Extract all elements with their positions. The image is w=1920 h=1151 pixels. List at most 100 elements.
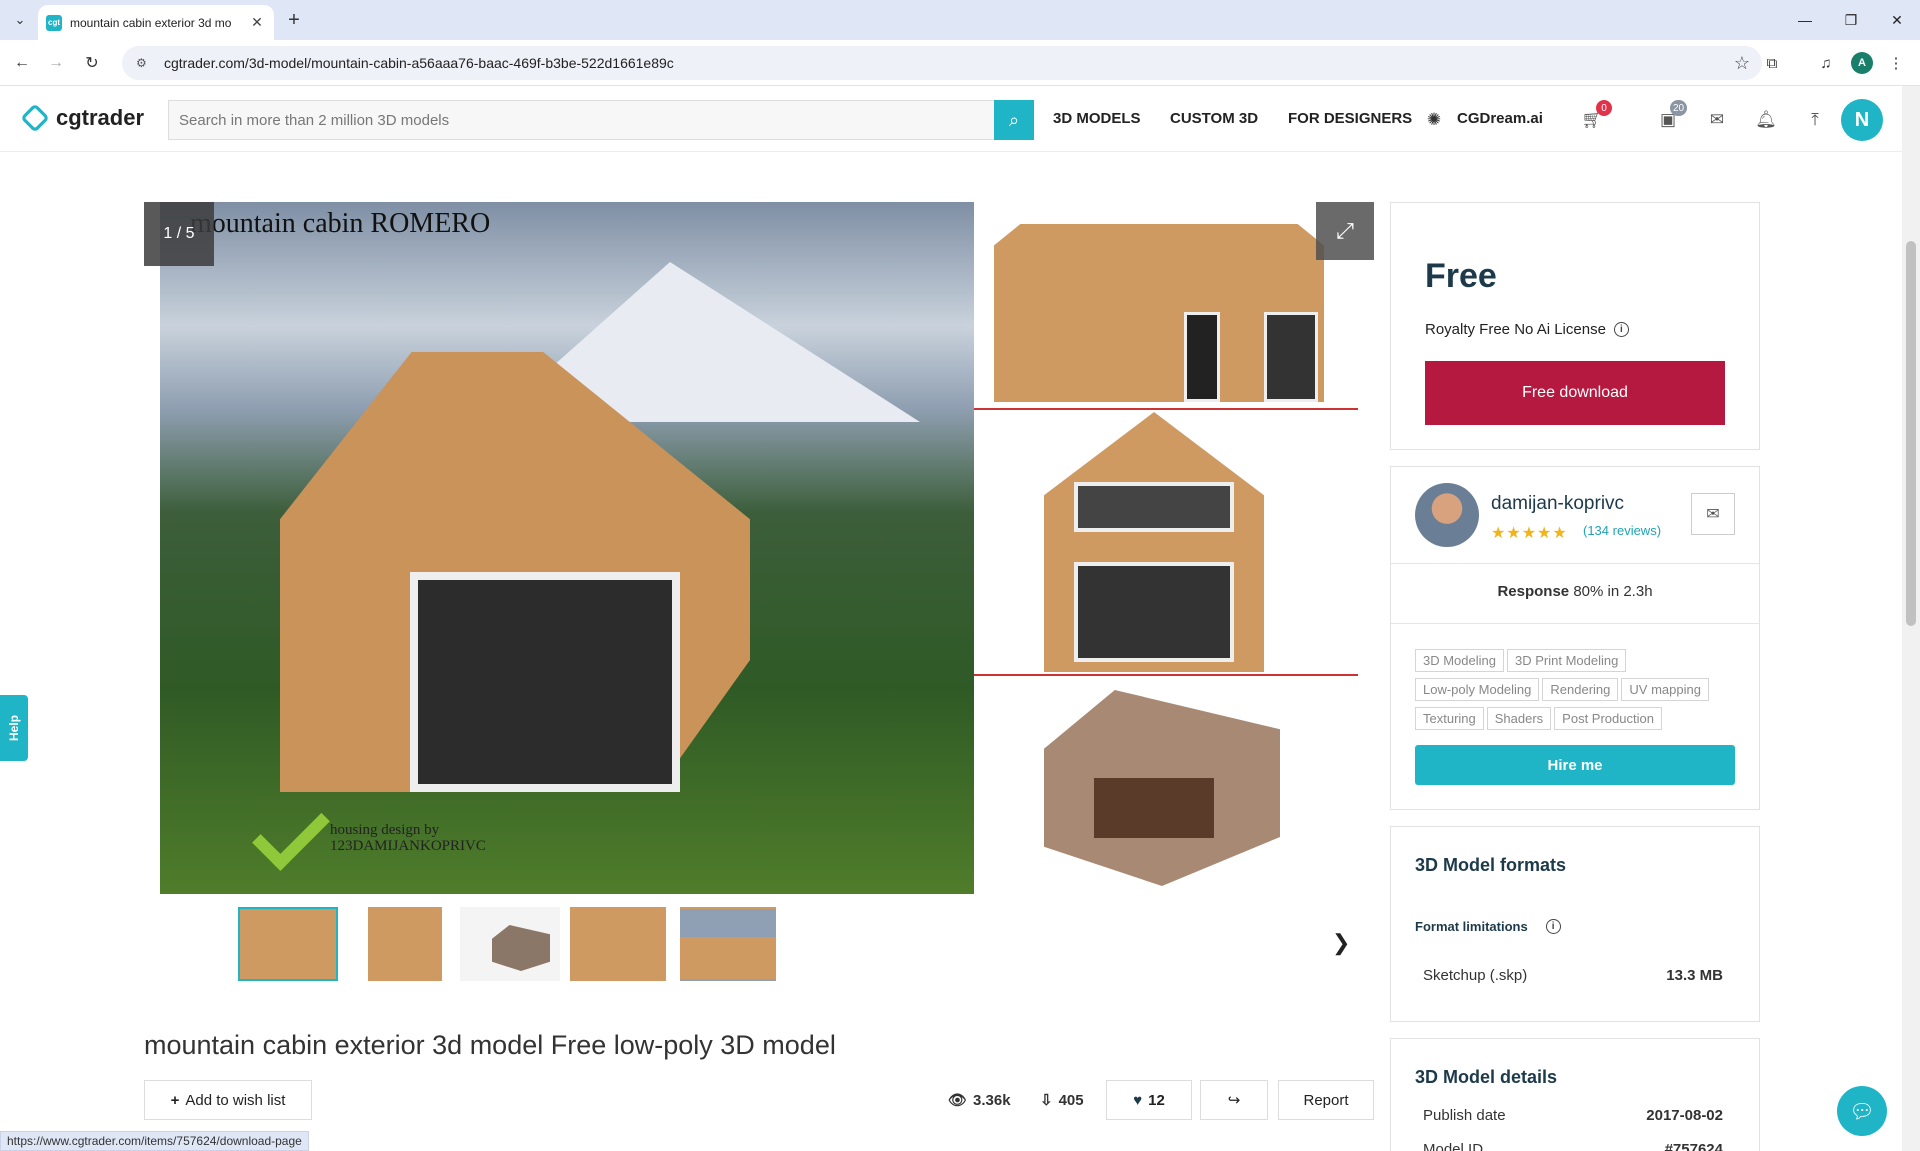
cabin-window-shape: [410, 572, 680, 792]
help-tab[interactable]: Help: [0, 695, 28, 761]
like-button[interactable]: ♥ 12: [1106, 1080, 1192, 1120]
formats-card: 3D Model formats Format limitations i Sk…: [1390, 826, 1760, 1022]
nav-custom-3d[interactable]: CUSTOM 3D: [1170, 110, 1258, 127]
upload-icon[interactable]: ⤒: [1803, 108, 1827, 132]
new-tab-icon[interactable]: +: [282, 8, 306, 32]
model-id-label: Model ID: [1423, 1141, 1484, 1151]
thumbnail-5[interactable]: [680, 907, 776, 981]
watermark-check-icon: [252, 793, 330, 871]
bookmark-star-icon[interactable]: ☆: [1734, 53, 1750, 74]
response-rate: Response 80% in 2.3h: [1391, 583, 1759, 600]
format-info-icon[interactable]: i: [1545, 919, 1561, 934]
tab-close-icon[interactable]: ✕: [248, 14, 266, 32]
front-elevation-view: [974, 412, 1358, 676]
reload-icon[interactable]: ↻: [80, 51, 104, 75]
views-count: 3.36k: [973, 1091, 1011, 1109]
likes-count: 12: [1148, 1091, 1165, 1109]
model-id-row: Model ID #757624: [1423, 1141, 1723, 1151]
skill-tag[interactable]: Rendering: [1542, 678, 1619, 701]
model-id-value: #757624: [1664, 1141, 1723, 1151]
cgdream-icon: ✺: [1426, 110, 1442, 129]
watermark-line-2: 123DAMIJANKOPRIVC: [330, 838, 486, 854]
browser-menu-icon[interactable]: ⋮: [1884, 51, 1908, 75]
thumbnail-next-icon[interactable]: ❯: [1332, 930, 1350, 956]
add-to-wishlist-button[interactable]: + Add to wish list: [144, 1080, 312, 1120]
thumbnail-3[interactable]: [460, 907, 560, 981]
page-scrollbar[interactable]: [1902, 86, 1920, 1151]
site-info-icon[interactable]: ⚙: [136, 55, 152, 71]
format-row[interactable]: Sketchup (.skp) 13.3 MB: [1423, 967, 1723, 984]
message-author-button[interactable]: ✉: [1691, 493, 1735, 535]
cgtrader-logo[interactable]: cgtrader: [20, 103, 144, 133]
skill-tag[interactable]: 3D Print Modeling: [1507, 649, 1627, 672]
scrollbar-thumb[interactable]: [1906, 241, 1916, 626]
section-view: [974, 678, 1358, 894]
chat-icon[interactable]: 💬︎: [1837, 1086, 1887, 1136]
license-row: Royalty Free No Ai License i: [1425, 321, 1629, 338]
library-badge: 20: [1670, 100, 1688, 116]
window-close-icon[interactable]: ✕: [1874, 0, 1920, 40]
nav-3d-models[interactable]: 3D MODELS: [1053, 110, 1141, 127]
thumbnail-2[interactable]: [368, 907, 442, 981]
search-icon[interactable]: ⌕: [994, 100, 1034, 140]
main-render-image[interactable]: mountain cabin ROMERO housing design by …: [160, 202, 974, 894]
skill-tags: 3D Modeling 3D Print Modeling Low-poly Mo…: [1415, 649, 1745, 736]
author-name[interactable]: damijan-koprivc: [1491, 493, 1624, 515]
report-button[interactable]: Report: [1278, 1080, 1374, 1120]
image-title-text: mountain cabin ROMERO: [190, 208, 491, 239]
skill-tag[interactable]: Post Production: [1554, 707, 1662, 730]
author-avatar[interactable]: [1415, 483, 1479, 547]
minimize-icon[interactable]: —: [1782, 0, 1828, 40]
skill-tag[interactable]: 3D Modeling: [1415, 649, 1504, 672]
divider: [1391, 563, 1759, 564]
hire-me-button[interactable]: Hire me: [1415, 745, 1735, 785]
share-button[interactable]: ↪: [1200, 1080, 1268, 1120]
nav-cgdream[interactable]: CGDream.ai: [1457, 110, 1543, 127]
author-card: damijan-koprivc ★★★★★ (134 reviews) ✉ Re…: [1390, 466, 1760, 810]
restore-icon[interactable]: ❐: [1828, 0, 1874, 40]
browser-tab[interactable]: cgt mountain cabin exterior 3d mo ✕: [38, 5, 274, 40]
browser-profile-avatar[interactable]: A: [1851, 52, 1873, 74]
media-icon[interactable]: ♫: [1814, 51, 1838, 75]
url-bar[interactable]: ⚙ cgtrader.com/3d-model/mountain-cabin-a…: [122, 46, 1762, 80]
download-icon: ⇩: [1040, 1092, 1053, 1109]
search-input[interactable]: Search in more than 2 million 3D models: [168, 100, 1034, 140]
address-toolbar: ← → ↻ ⚙ cgtrader.com/3d-model/mountain-c…: [0, 40, 1920, 86]
user-avatar[interactable]: N: [1841, 99, 1883, 141]
thumbnail-4[interactable]: [570, 907, 666, 981]
skill-tag[interactable]: Shaders: [1486, 707, 1552, 730]
image-watermark: housing design by 123DAMIJANKOPRIVC: [330, 822, 486, 854]
model-title: mountain cabin exterior 3d model Free lo…: [144, 1030, 836, 1060]
back-icon[interactable]: ←: [10, 51, 34, 75]
tab-search-icon[interactable]: ⌄: [8, 8, 32, 32]
share-icon: ↪: [1227, 1092, 1241, 1109]
logo-mark-icon: [20, 103, 50, 133]
browser-tab-bar: ⌄ cgt mountain cabin exterior 3d mo ✕ + …: [0, 0, 1920, 40]
formats-title: 3D Model formats: [1415, 855, 1567, 875]
license-label[interactable]: Royalty Free No Ai License: [1425, 321, 1606, 338]
license-info-icon[interactable]: i: [1613, 322, 1629, 337]
bell-icon[interactable]: 🔔︎: [1754, 108, 1778, 132]
messages-icon[interactable]: ✉: [1705, 108, 1729, 132]
publish-date-label: Publish date: [1423, 1107, 1506, 1124]
fullscreen-icon[interactable]: ⤢: [1316, 202, 1374, 260]
gallery-next-icon[interactable]: ›: [1314, 518, 1344, 576]
url-text: cgtrader.com/3d-model/mountain-cabin-a56…: [164, 55, 674, 71]
eye-icon: 👁︎: [948, 1092, 968, 1109]
tab-favicon: cgt: [46, 14, 62, 31]
thumbnail-1[interactable]: [238, 907, 338, 981]
side-elevation-view: [974, 202, 1358, 410]
reviews-link[interactable]: (134 reviews): [1583, 523, 1661, 538]
forward-icon[interactable]: →: [44, 51, 68, 75]
tab-title: mountain cabin exterior 3d mo: [70, 15, 232, 30]
site-header: cgtrader Search in more than 2 million 3…: [0, 86, 1902, 152]
nav-for-designers[interactable]: FOR DESIGNERS: [1288, 110, 1412, 127]
extensions-icon[interactable]: ⧉: [1760, 51, 1784, 75]
status-bar: https://www.cgtrader.com/items/757624/do…: [0, 1131, 309, 1151]
skill-tag[interactable]: Low-poly Modeling: [1415, 678, 1540, 701]
format-limitations: Format limitations i: [1415, 919, 1561, 934]
skill-tag[interactable]: UV mapping: [1621, 678, 1709, 701]
skill-tag[interactable]: Texturing: [1415, 707, 1484, 730]
format-limitations-label[interactable]: Format limitations: [1415, 919, 1528, 934]
free-download-button[interactable]: Free download: [1425, 361, 1725, 425]
